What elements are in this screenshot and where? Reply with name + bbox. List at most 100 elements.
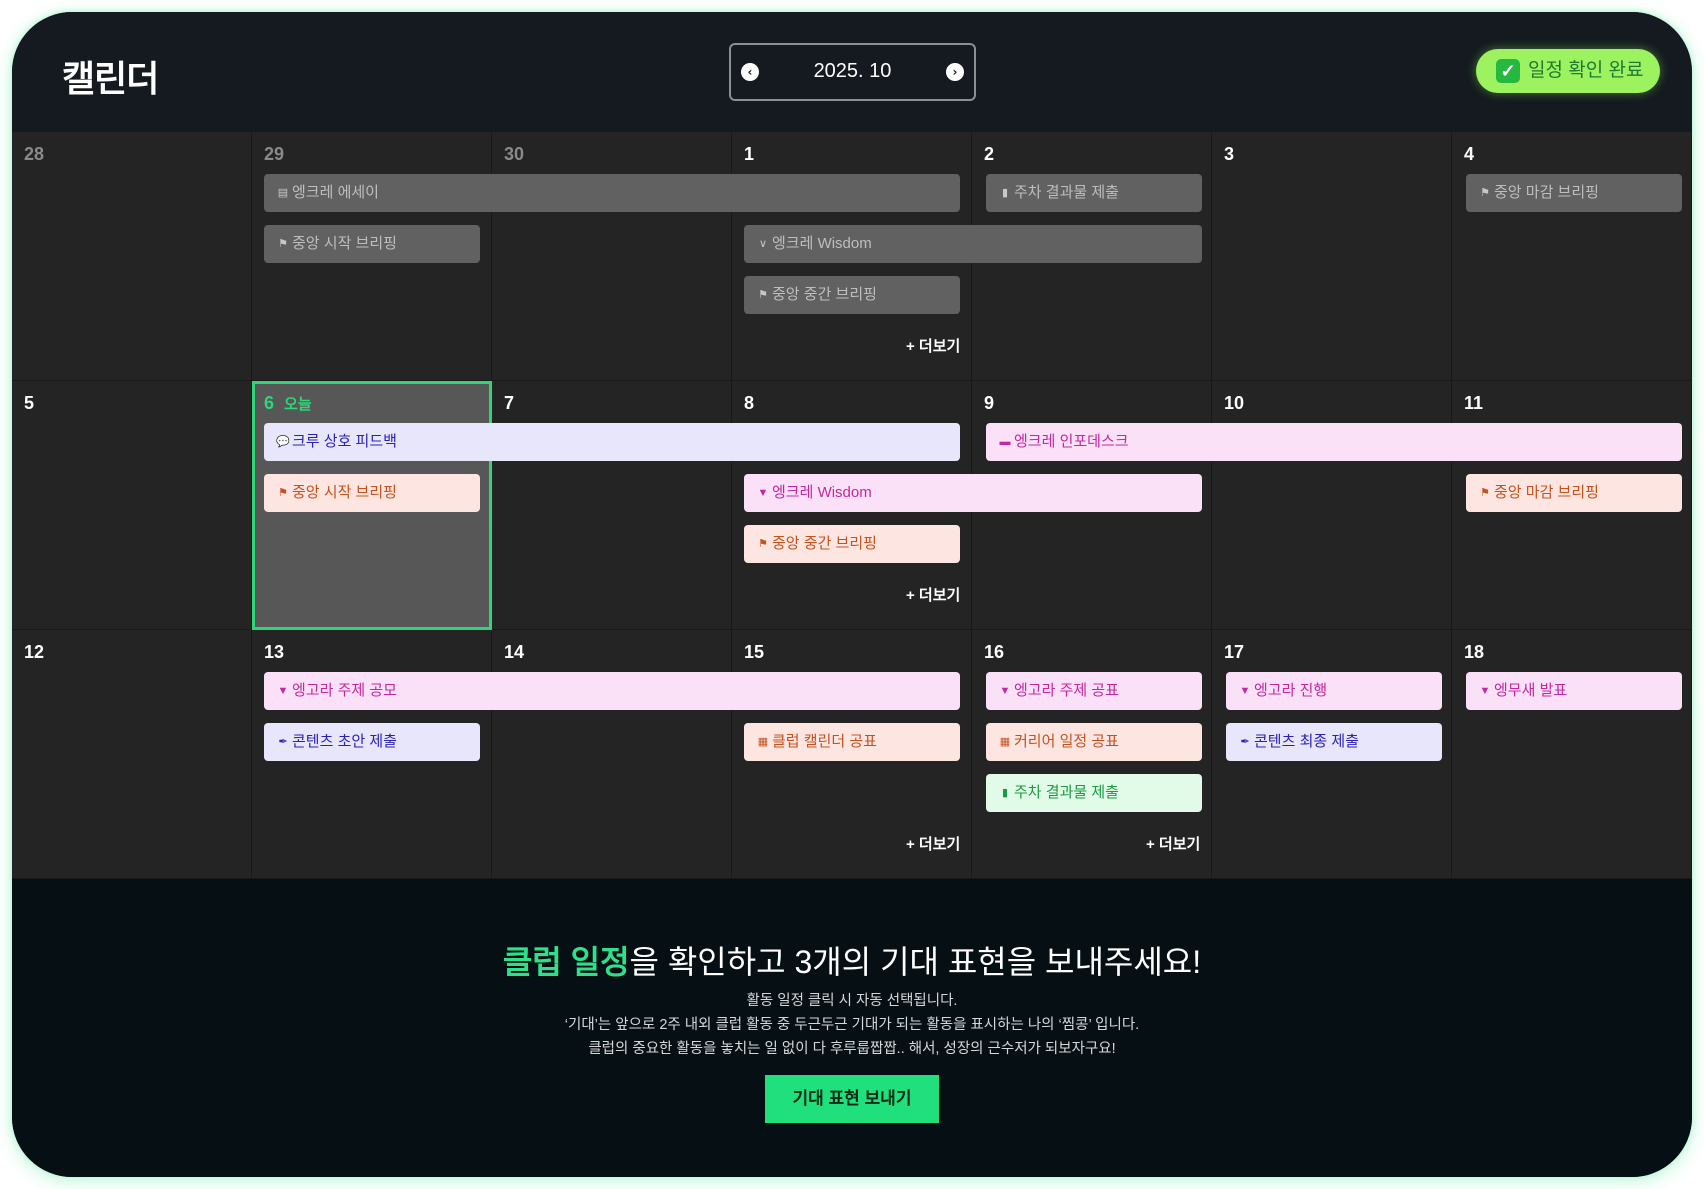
event-title: 중앙 중간 브리핑 [772,535,877,552]
event-bar[interactable]: ▦ 클럽 캘린더 공표 [744,723,960,761]
event-title: 엥고라 진행 [1254,682,1328,699]
more-link[interactable]: + 더보기 [906,584,960,605]
event-bar[interactable]: ▦ 커리어 일정 공표 [986,723,1202,761]
day-number: 8 [744,393,755,413]
megaphone-icon: ⚑ [1480,187,1490,199]
day-cell[interactable]: 18 [1452,630,1692,879]
day-cell[interactable]: 5 [12,381,252,630]
event-title: 클럽 캘린더 공표 [772,733,877,750]
event-title: 엥무새 발표 [1494,682,1568,699]
day-cell[interactable]: 10 [1212,381,1452,630]
bird-icon: ▼ [757,487,769,499]
event-bar[interactable]: ▼ 엥고라 주제 공모 [264,672,960,710]
event-title: 중앙 마감 브리핑 [1494,184,1599,201]
footer-panel: 클럽 일정을 확인하고 3개의 기대 표현을 보내주세요! 활동 일정 클릭 시… [12,879,1692,1177]
event-title: 엥크레 Wisdom [772,235,872,252]
day-number: 29 [264,144,285,164]
day-number: 14 [504,642,525,662]
event-title: 주차 결과물 제출 [1014,184,1119,201]
day-cell[interactable]: 3 [1212,132,1452,381]
day-number: 6 오늘 [264,393,312,414]
megaphone-icon: ⚑ [758,538,768,550]
day-cell[interactable]: 4 [1452,132,1692,381]
speech-bubble-icon: 💬 [276,436,290,448]
event-bar[interactable]: 💬 크루 상호 피드백 [264,423,960,461]
calendar-header: 캘린더 ‹ 2025. 10 › ✓ 일정 확인 완료 [12,12,1692,132]
event-title: 엥고라 주제 공모 [292,682,397,699]
event-bar[interactable]: ▬ 엥크레 인포데스크 [986,423,1682,461]
event-bar[interactable]: ⚑ 중앙 중간 브리핑 [744,276,960,314]
day-number-value: 6 [264,393,275,413]
prev-month-icon[interactable]: ‹ [741,63,759,81]
confirm-schedule-label: 일정 확인 완료 [1528,60,1644,81]
event-bar[interactable]: ∨ 엥크레 Wisdom [744,225,1202,263]
event-title: 엥고라 주제 공표 [1014,682,1119,699]
day-cell[interactable]: 28 [12,132,252,381]
event-bar[interactable]: ▼ 엥무새 발표 [1466,672,1682,710]
event-bar[interactable]: ▼ 엥크레 Wisdom [744,474,1202,512]
megaphone-icon: ⚑ [278,238,288,250]
footer-title-highlight: 클럽 일정 [502,944,630,980]
day-number: 17 [1224,642,1245,662]
today-badge: 오늘 [284,396,312,413]
event-title: 주차 결과물 제출 [1014,784,1119,801]
more-link[interactable]: + 더보기 [1146,833,1200,854]
event-title: 엥크레 Wisdom [772,484,872,501]
memo-icon: ▮ [1001,787,1009,799]
day-number: 13 [264,642,285,662]
day-cell[interactable]: 12 [12,630,252,879]
month-navigator: ‹ 2025. 10 › [729,43,976,101]
event-title: 중앙 시작 브리핑 [292,484,397,501]
footer-title: 클럽 일정을 확인하고 3개의 기대 표현을 보내주세요! [12,937,1692,983]
send-expectation-button[interactable]: 기대 표현 보내기 [765,1075,939,1123]
event-bar[interactable]: ▼ 엥고라 주제 공표 [986,672,1202,710]
event-title: 크루 상호 피드백 [292,433,397,450]
more-link[interactable]: + 더보기 [906,833,960,854]
calendar-grid: 28 29 30 1 2 3 4 5 6 오늘 7 8 9 10 11 12 13… [12,132,1692,879]
megaphone-icon: ⚑ [758,289,768,301]
day-cell[interactable]: 7 [492,381,732,630]
event-title: 커리어 일정 공표 [1014,733,1119,750]
more-link[interactable]: + 더보기 [906,335,960,356]
day-number: 11 [1464,393,1484,413]
bird-icon: ∨ [758,238,768,250]
event-title: 중앙 중간 브리핑 [772,286,877,303]
bird-icon: ▼ [277,685,289,697]
footer-desc-line: ‘기대’는 앞으로 2주 내외 클럽 활동 중 두근두근 기대가 되는 활동을 … [564,1017,1140,1033]
event-bar[interactable]: ▮ 주차 결과물 제출 [986,774,1202,812]
day-cell[interactable]: 30 [492,132,732,381]
event-bar[interactable]: ⚑ 중앙 시작 브리핑 [264,474,480,512]
pen-icon: ✒ [1240,736,1250,748]
day-cell[interactable]: 14 [492,630,732,879]
event-bar[interactable]: ⚑ 중앙 마감 브리핑 [1466,174,1682,212]
event-bar[interactable]: ✒ 콘텐츠 초안 제출 [264,723,480,761]
event-bar[interactable]: ⚑ 중앙 마감 브리핑 [1466,474,1682,512]
page-title: 캘린더 [62,59,159,100]
day-number: 15 [744,642,765,662]
calendar-card: 캘린더 ‹ 2025. 10 › ✓ 일정 확인 완료 28 29 30 1 2… [12,12,1692,1177]
event-bar[interactable]: ⚑ 중앙 중간 브리핑 [744,525,960,563]
calendar-icon: ▦ [999,736,1011,748]
check-icon: ✓ [1496,59,1520,83]
footer-desc-line: 클럽의 중요한 활동을 놓치는 일 없이 다 후루룹짭짭.. 해서, 성장의 근… [588,1041,1116,1057]
pen-icon: ✒ [278,736,288,748]
footer-title-rest: 을 확인하고 3개의 기대 표현을 보내주세요! [629,944,1202,980]
footer-desc-line: 활동 일정 클릭 시 자동 선택됩니다. [746,993,958,1009]
event-bar[interactable]: ▼ 엥고라 진행 [1226,672,1442,710]
calendar-icon: ▦ [757,736,769,748]
monitor-icon: ▬ [999,436,1011,448]
footer-description: 활동 일정 클릭 시 자동 선택됩니다. ‘기대’는 앞으로 2주 내외 클럽 … [12,989,1692,1061]
event-bar[interactable]: ▤ 엥크레 에세이 [264,174,960,212]
event-title: 콘텐츠 최종 제출 [1254,733,1359,750]
next-month-icon[interactable]: › [946,63,964,81]
day-number: 1 [744,144,755,164]
confirm-schedule-button[interactable]: ✓ 일정 확인 완료 [1476,49,1660,93]
event-bar[interactable]: ✒ 콘텐츠 최종 제출 [1226,723,1442,761]
event-title: 중앙 마감 브리핑 [1494,484,1599,501]
day-number: 28 [24,144,45,164]
event-title: 콘텐츠 초안 제출 [292,733,397,750]
event-bar[interactable]: ▮ 주차 결과물 제출 [986,174,1202,212]
event-bar[interactable]: ⚑ 중앙 시작 브리핑 [264,225,480,263]
memo-icon: ▮ [1001,187,1009,199]
day-number: 5 [24,393,35,413]
